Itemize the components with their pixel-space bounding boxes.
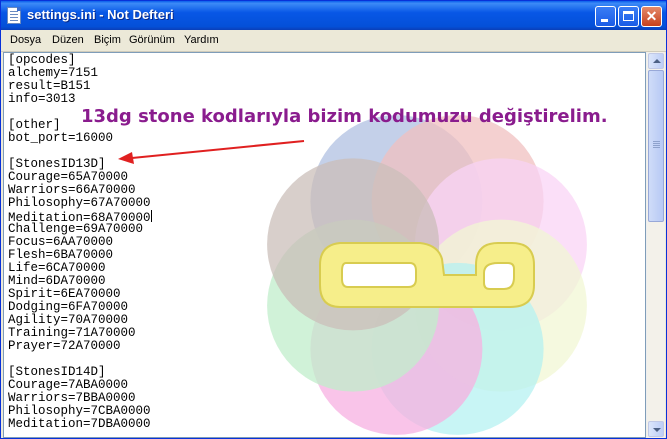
annotation-text: 13dg stone kodlarıyla bizim kodumuzu değ…	[81, 106, 608, 127]
scroll-down-button[interactable]	[648, 421, 664, 437]
arrow-down-icon	[653, 428, 661, 432]
grip-icon	[653, 141, 660, 142]
menu-file[interactable]: Dosya	[10, 34, 41, 46]
arrow-up-icon	[653, 59, 661, 63]
notepad-icon[interactable]	[7, 7, 21, 24]
close-button[interactable]: ✕	[641, 6, 662, 27]
menu-view[interactable]: Görünüm	[129, 34, 175, 46]
window-title: settings.ini - Not Defteri	[27, 7, 174, 22]
scroll-thumb[interactable]	[648, 70, 664, 222]
minimize-button[interactable]	[595, 6, 616, 27]
maximize-button[interactable]	[618, 6, 639, 27]
annotation-arrow	[118, 140, 305, 164]
scroll-up-button[interactable]	[648, 53, 664, 69]
menu-edit[interactable]: Düzen	[52, 34, 84, 46]
menu-bar: Dosya Düzen Biçim Görünüm Yardım	[1, 30, 666, 52]
emblem-left-slot	[341, 262, 417, 288]
notepad-window: settings.ini - Not Defteri ✕ Dosya Düzen…	[0, 0, 667, 439]
text-editor[interactable]: [opcodes] alchemy=7151 result=B151 info=301…	[3, 52, 646, 438]
close-icon: ✕	[645, 8, 658, 24]
maximize-icon	[623, 11, 634, 21]
emblem-right-slot	[483, 262, 515, 290]
minimize-icon	[601, 19, 608, 22]
menu-format[interactable]: Biçim	[94, 34, 121, 46]
menu-help[interactable]: Yardım	[184, 34, 219, 46]
vertical-scrollbar[interactable]	[646, 52, 665, 438]
logo-emblem	[319, 242, 535, 308]
title-bar[interactable]: settings.ini - Not Defteri ✕	[1, 1, 666, 30]
